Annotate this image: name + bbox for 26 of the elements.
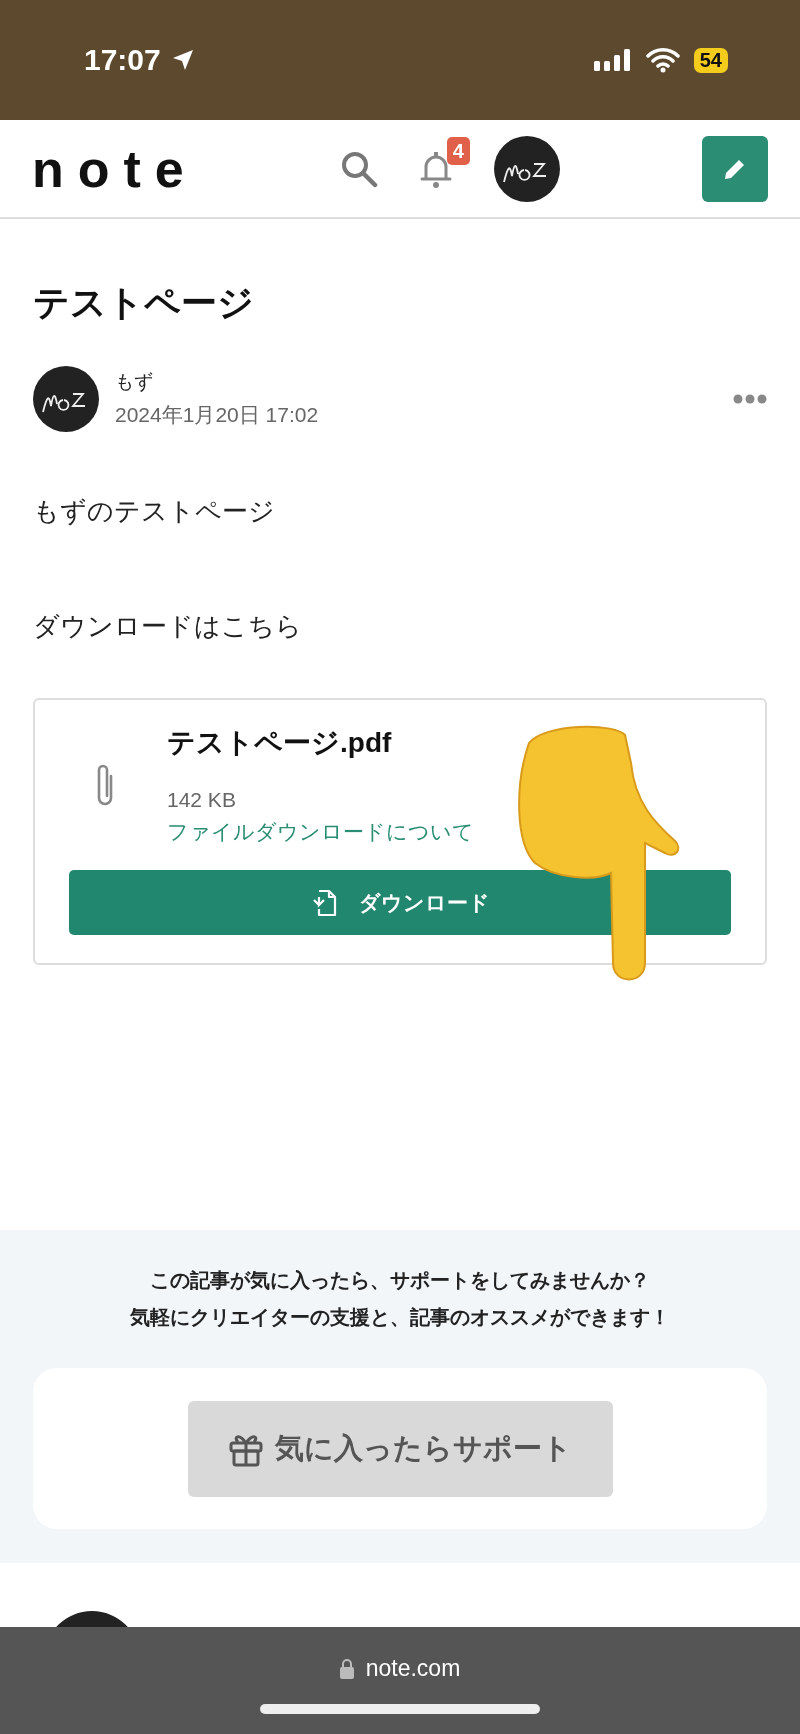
note-logo[interactable]: note — [32, 142, 198, 195]
more-icon[interactable] — [733, 394, 767, 404]
signal-icon — [593, 47, 632, 73]
body-text: もずのテストページ — [33, 495, 276, 528]
battery-level: 54 — [693, 47, 728, 73]
support-message: この記事が気に入ったら、サポートをしてみませんか？ — [150, 1268, 650, 1293]
post-date: 2024年1月20日 17:02 — [115, 402, 320, 428]
article-title: テストページ — [33, 281, 255, 325]
support-button[interactable]: 気に入ったらサポート — [187, 1400, 613, 1497]
file-download-info-link[interactable]: ファイルダウンロードについて — [167, 818, 731, 846]
support-message: 気軽にクリエイターの支援と、記事のオススメができます！ — [130, 1305, 670, 1330]
search-icon[interactable] — [339, 149, 378, 188]
status-time: 17:07 — [84, 43, 161, 77]
url-text[interactable]: note.com — [365, 1655, 461, 1682]
download-button[interactable]: ダウンロード — [69, 870, 731, 935]
edit-button[interactable] — [702, 135, 768, 202]
notification-badge: 4 — [446, 136, 470, 165]
wifi-icon — [645, 47, 680, 73]
download-file-icon — [310, 888, 337, 917]
body-text: ダウンロードはこちら — [33, 610, 303, 643]
file-size: 142 KB — [167, 788, 237, 812]
author-name[interactable]: もず — [115, 369, 717, 395]
avatar — [33, 366, 99, 432]
avatar — [493, 135, 560, 202]
lock-icon — [339, 1658, 354, 1679]
file-name: テストページ.pdf — [167, 726, 393, 760]
